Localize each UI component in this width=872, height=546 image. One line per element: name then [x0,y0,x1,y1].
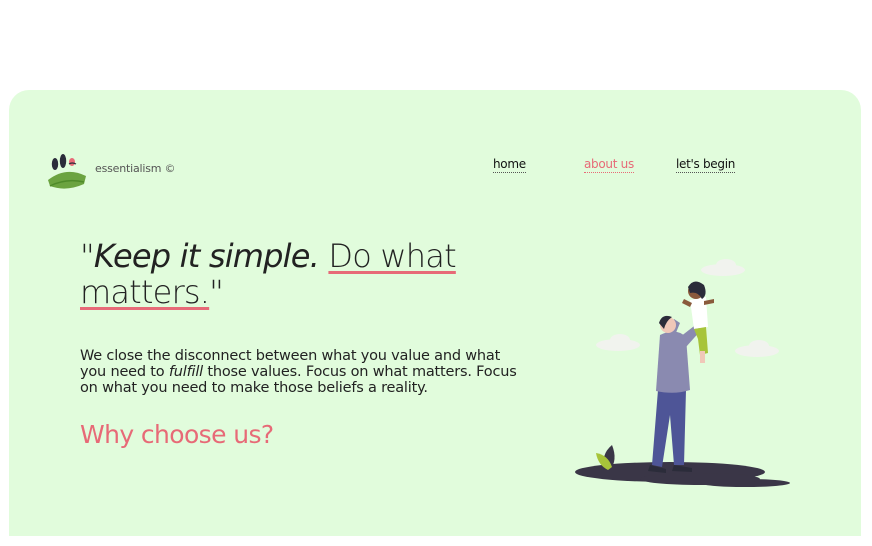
nav-home-link[interactable]: home [493,157,526,173]
brand-name: essentialism © [95,162,176,175]
hero-quote: "Keep it simple. Do what matters." [80,238,500,310]
hero-description: We close the disconnect between what you… [80,348,520,396]
why-choose-us-heading: Why choose us? [80,420,274,449]
brand-logo-icon[interactable] [46,148,90,192]
nav-lets-begin-link[interactable]: let's begin [676,157,735,173]
father-lifting-child-illustration-icon [575,259,790,487]
nav-about-link[interactable]: about us [584,157,634,173]
description-emphasis: fulfill [168,364,203,380]
quote-close-mark: " [209,273,224,311]
quote-underlined-text-1: Do what [328,237,456,275]
quote-italic-text: Keep it simple. [93,237,320,275]
quote-open-mark: " [80,237,95,275]
quote-underlined-text-2: matters. [80,273,210,311]
